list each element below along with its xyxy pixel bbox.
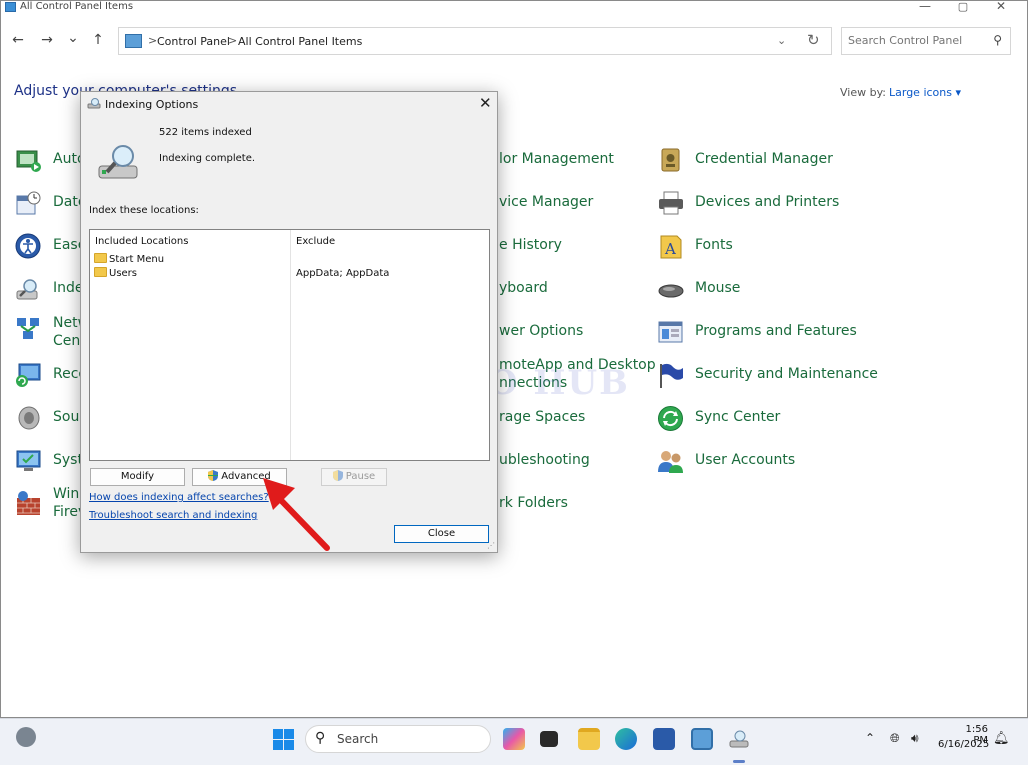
sync-icon xyxy=(658,406,683,431)
cp-item-power-options[interactable]: wer Options xyxy=(499,323,583,339)
cp-item-color-management[interactable]: lor Management xyxy=(499,151,614,167)
sound-icon xyxy=(18,406,40,430)
programs-icon xyxy=(658,321,683,343)
close-button[interactable]: ✕ xyxy=(991,0,1011,13)
column-header-exclude[interactable]: Exclude xyxy=(296,236,335,247)
search-icon[interactable]: ⚲ xyxy=(993,33,1002,47)
mouse-icon xyxy=(658,284,684,298)
back-button[interactable]: ← xyxy=(9,32,27,48)
copilot-icon[interactable] xyxy=(503,728,525,750)
recovery-icon xyxy=(16,363,41,387)
search-icon: ⚲ xyxy=(315,730,326,746)
caret-down-icon: ▾ xyxy=(955,86,962,99)
indexing-icon xyxy=(16,279,38,300)
folder-icon xyxy=(94,253,107,263)
exclude-value: AppData; AppData xyxy=(296,268,390,279)
taskbar-search[interactable]: ⚲ Search xyxy=(305,725,491,753)
close-dialog-button[interactable]: Close xyxy=(394,525,489,543)
breadcrumb-separator: > xyxy=(228,34,238,47)
title-bar: All Control Panel Items — ▢ ✕ xyxy=(1,0,1027,15)
date-time-icon xyxy=(16,191,41,215)
list-item[interactable]: Users xyxy=(94,267,137,280)
terminal-icon[interactable] xyxy=(540,731,558,747)
view-by-dropdown[interactable]: Large icons ▾ xyxy=(889,86,961,99)
uac-shield-icon xyxy=(208,470,219,481)
control-panel-icon[interactable] xyxy=(691,728,713,750)
store-icon[interactable] xyxy=(653,728,675,750)
cp-item-keyboard[interactable]: yboard xyxy=(499,280,548,296)
printer-icon xyxy=(659,191,683,215)
search-box[interactable]: ⚲ xyxy=(841,27,1011,55)
svg-text:A: A xyxy=(664,240,676,258)
forward-button[interactable]: → xyxy=(38,32,56,48)
cp-item-work-folders[interactable]: rk Folders xyxy=(499,495,568,511)
list-item[interactable]: Start Menu xyxy=(94,253,164,266)
control-panel-icon xyxy=(125,34,142,48)
search-input[interactable] xyxy=(848,34,988,47)
column-divider xyxy=(290,230,291,460)
maximize-button[interactable]: ▢ xyxy=(953,0,973,13)
cp-item-troubleshooting[interactable]: ubleshooting xyxy=(499,452,590,468)
globe-icon[interactable]: 🌐︎ xyxy=(890,731,900,746)
cp-item-storage-spaces[interactable]: rage Spaces xyxy=(499,409,585,425)
refresh-icon[interactable]: ↻ xyxy=(807,31,820,49)
chevron-up-icon[interactable]: ⌃ xyxy=(865,731,875,745)
dialog-close-button[interactable]: ✕ xyxy=(479,94,492,112)
indexing-options-icon xyxy=(87,98,101,109)
folder-icon xyxy=(94,267,107,277)
modify-button[interactable]: Modify xyxy=(90,468,185,486)
breadcrumb-all-items[interactable]: All Control Panel Items xyxy=(238,35,362,48)
how-indexing-link[interactable]: How does indexing affect searches? xyxy=(89,492,269,503)
dialog-title: Indexing Options xyxy=(105,98,199,111)
troubleshoot-link[interactable]: Troubleshoot search and indexing xyxy=(89,510,257,521)
firewall-icon xyxy=(17,491,40,515)
recent-locations-button[interactable]: ⌄ xyxy=(64,30,82,46)
up-button[interactable]: ↑ xyxy=(89,32,107,48)
flag-icon xyxy=(660,363,683,388)
cp-item-device-manager[interactable]: vice Manager xyxy=(499,194,593,210)
control-panel-icon xyxy=(5,2,16,12)
edge-icon[interactable] xyxy=(615,728,637,750)
breadcrumb-control-panel[interactable]: Control Panel xyxy=(157,35,230,48)
autoplay-icon xyxy=(16,150,41,172)
widgets-icon[interactable] xyxy=(16,727,36,747)
system-icon xyxy=(16,450,41,471)
indexing-options-icon[interactable] xyxy=(728,728,750,750)
breadcrumb-separator: > xyxy=(148,34,158,47)
start-button[interactable] xyxy=(273,729,294,750)
bell-icon[interactable]: 🔔︎ xyxy=(993,731,1010,746)
clock-date[interactable]: 6/16/2025 xyxy=(938,739,989,750)
ease-of-access-icon xyxy=(15,233,41,259)
indexing-icon xyxy=(98,145,138,179)
network-icon xyxy=(17,318,39,339)
items-indexed-count: 522 items indexed xyxy=(159,127,252,138)
annotation-arrow xyxy=(263,478,330,551)
window-title: All Control Panel Items xyxy=(20,1,134,12)
credential-icon xyxy=(661,148,680,172)
volume-icon[interactable]: 🔊︎ xyxy=(911,731,919,746)
users-icon xyxy=(658,451,683,473)
active-app-indicator xyxy=(733,760,745,763)
indexing-status: Indexing complete. xyxy=(159,153,256,164)
locations-label: Index these locations: xyxy=(89,205,199,216)
locations-list[interactable]: Included Locations Exclude Start Menu Us… xyxy=(89,229,490,461)
resize-grip[interactable]: ⋰ xyxy=(487,541,495,550)
view-by-value: Large icons xyxy=(889,86,952,99)
chevron-down-icon[interactable]: ⌄ xyxy=(777,34,786,47)
view-by-label: View by: xyxy=(840,86,886,99)
file-explorer-icon[interactable] xyxy=(578,728,600,750)
cp-item-file-history[interactable]: e History xyxy=(499,237,562,253)
fonts-icon: A xyxy=(660,235,682,259)
taskbar: ⚲ Search ⌃ 🌐︎ 🔊︎ 1:56 PM 6/16/2025 🔔︎ xyxy=(0,718,1028,765)
minimize-button[interactable]: — xyxy=(915,0,935,13)
address-bar[interactable]: > Control Panel > All Control Panel Item… xyxy=(118,27,832,55)
column-header-included[interactable]: Included Locations xyxy=(95,236,188,247)
